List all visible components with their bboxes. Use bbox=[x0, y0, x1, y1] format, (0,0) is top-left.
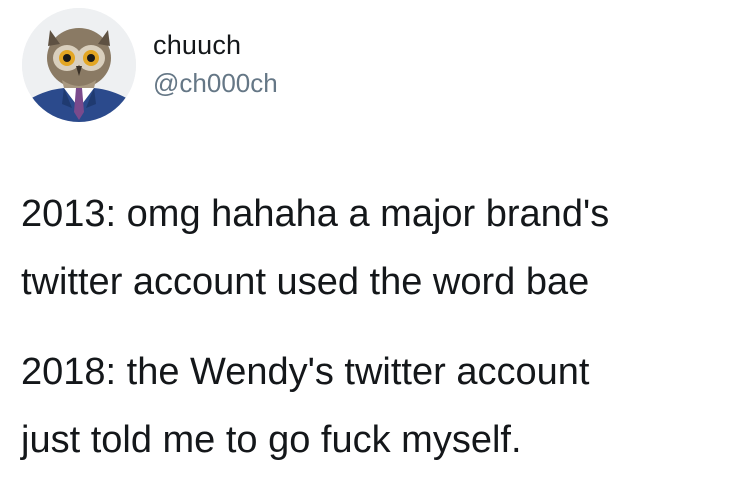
tweet-line: just told me to go fuck myself. bbox=[21, 419, 522, 461]
tweet-paragraph-2013: 2013: omg hahaha a major brand's twitter… bbox=[21, 180, 741, 316]
tweet-paragraph-2018: 2018: the Wendy's twitter account just t… bbox=[21, 338, 741, 474]
tweet-line: 2018: the Wendy's twitter account bbox=[21, 351, 590, 393]
avatar[interactable] bbox=[22, 8, 136, 122]
display-name[interactable]: chuuch bbox=[153, 30, 241, 61]
owl-in-suit-avatar-icon bbox=[22, 8, 136, 122]
tweet-card: chuuch @ch000ch 2013: omg hahaha a major… bbox=[0, 0, 750, 481]
tweet-line: twitter account used the word bae bbox=[21, 261, 590, 303]
user-handle[interactable]: @ch000ch bbox=[153, 68, 278, 99]
tweet-line: 2013: omg hahaha a major brand's bbox=[21, 193, 610, 235]
